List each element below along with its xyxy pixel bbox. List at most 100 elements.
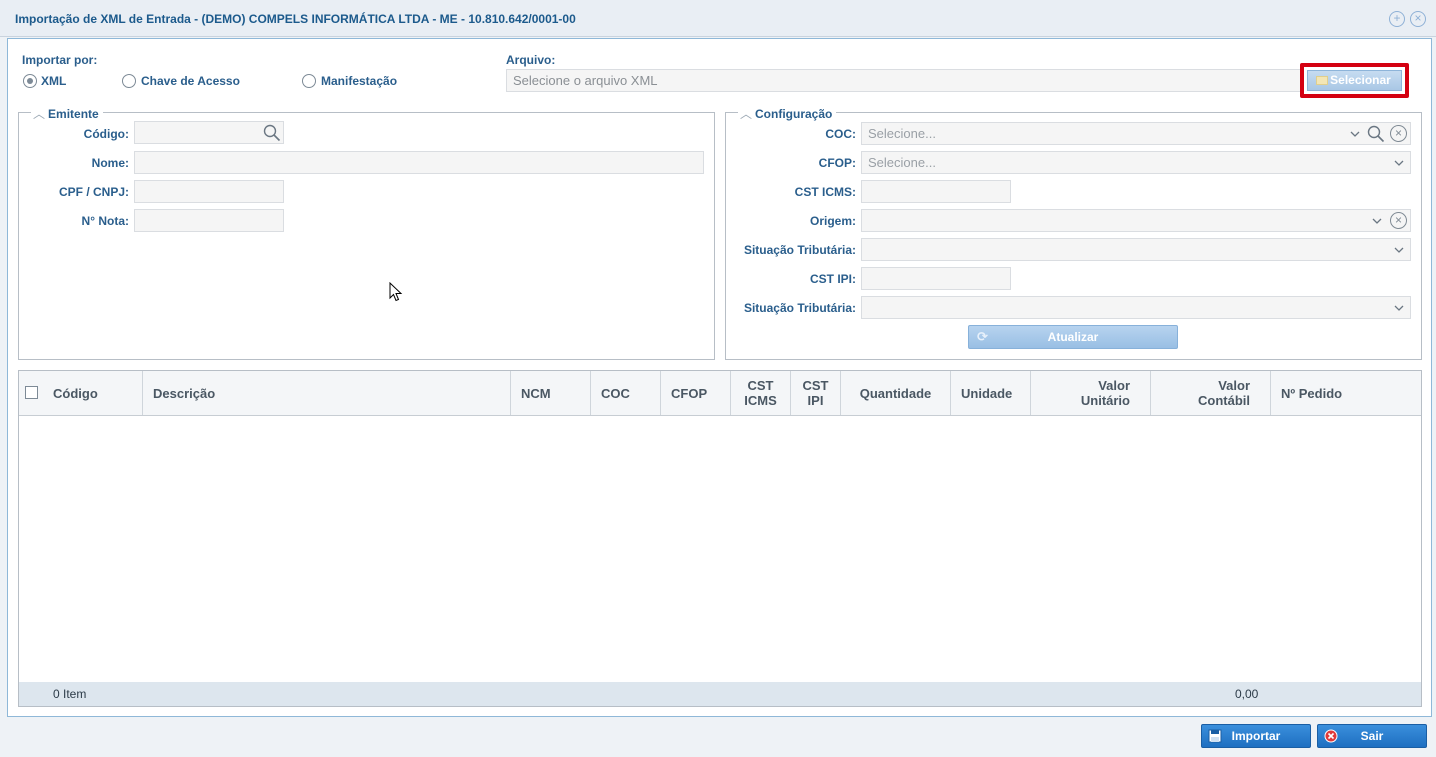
- collapse-icon: ︿: [33, 107, 46, 121]
- select-file-button-label: Selecionar: [1330, 73, 1391, 87]
- origem-label: Origem:: [809, 214, 856, 228]
- select-button-highlight: Selecionar: [1300, 63, 1409, 98]
- col-numero-pedido-label: Nº Pedido: [1281, 385, 1343, 401]
- chevron-down-icon[interactable]: [1393, 302, 1405, 314]
- col-cst-icms[interactable]: CST ICMS: [731, 371, 791, 415]
- nota-label: N° Nota:: [81, 214, 129, 228]
- col-cst-ipi-label-1: CST: [802, 378, 829, 393]
- col-valor-unitario-label-2: Unitário: [1080, 393, 1130, 408]
- cpf-cnpj-label: CPF / CNPJ:: [58, 185, 129, 199]
- maximize-icon[interactable]: +: [1389, 11, 1405, 27]
- folder-icon: [1316, 76, 1328, 85]
- refresh-icon: ⟳: [977, 329, 988, 344]
- radio-manifestacao[interactable]: [302, 74, 316, 88]
- col-codigo[interactable]: Código: [19, 371, 143, 415]
- col-valor-contabil-label-2: Contábil: [1198, 393, 1250, 408]
- exit-button-label: Sair: [1360, 729, 1384, 743]
- cst-ipi-input[interactable]: [861, 267, 1011, 290]
- grid-header: Código Descrição NCM COC CFOP CST ICMS C…: [19, 371, 1421, 416]
- item-count: 0 Item: [53, 687, 87, 701]
- situacao-tributaria-ipi-label: Situação Tributária:: [743, 301, 856, 315]
- configuracao-legend[interactable]: ︿ Configuração: [738, 105, 837, 122]
- window-title: Importação de XML de Entrada - (DEMO) CO…: [15, 12, 576, 26]
- chevron-down-icon[interactable]: [1393, 157, 1405, 169]
- col-cst-icms-label-1: CST: [747, 378, 774, 393]
- exit-button[interactable]: Sair: [1317, 724, 1427, 748]
- file-label: Arquivo:: [506, 53, 556, 67]
- col-descricao[interactable]: Descrição: [143, 371, 511, 415]
- codigo-input[interactable]: [134, 121, 284, 144]
- col-cst-ipi[interactable]: CST IPI: [791, 371, 841, 415]
- coc-label: COC:: [825, 127, 856, 141]
- search-icon[interactable]: [263, 124, 281, 142]
- codigo-label: Código:: [83, 127, 129, 141]
- col-cfop[interactable]: CFOP: [661, 371, 731, 415]
- import-button-label: Importar: [1231, 729, 1281, 743]
- update-button[interactable]: ⟳ Atualizar: [968, 325, 1178, 349]
- update-button-label: Atualizar: [1047, 330, 1099, 344]
- window-titlebar: Importação de XML de Entrada - (DEMO) CO…: [0, 0, 1436, 37]
- collapse-icon: ︿: [740, 107, 753, 121]
- configuracao-legend-text: Configuração: [755, 107, 833, 121]
- clear-icon[interactable]: ×: [1390, 125, 1407, 142]
- file-input[interactable]: Selecione o arquivo XML: [506, 69, 1302, 92]
- cst-icms-label: CST ICMS:: [794, 185, 856, 199]
- radio-manifestacao-label: Manifestação: [321, 74, 398, 88]
- save-icon: [1208, 729, 1222, 743]
- radio-xml-label: XML: [41, 74, 67, 88]
- col-numero-pedido[interactable]: Nº Pedido: [1271, 371, 1421, 415]
- coc-select[interactable]: Selecione...: [861, 122, 1411, 145]
- radio-chave-acesso-label: Chave de Acesso: [141, 74, 240, 88]
- radio-xml[interactable]: [23, 74, 37, 88]
- grid-footer: 0 Item 0,00: [19, 682, 1421, 706]
- select-file-button[interactable]: Selecionar: [1307, 70, 1402, 91]
- configuracao-fieldset: ︿ Configuração: [725, 105, 1422, 360]
- clear-icon[interactable]: ×: [1390, 212, 1407, 229]
- cst-ipi-label: CST IPI:: [809, 272, 856, 286]
- col-valor-contabil-label-1: Valor: [1218, 378, 1250, 393]
- col-valor-unitario[interactable]: Valor Unitário: [1031, 371, 1151, 415]
- col-cst-ipi-label-2: IPI: [807, 393, 824, 408]
- col-cst-icms-label-2: ICMS: [744, 393, 777, 408]
- cancel-icon: [1324, 729, 1338, 743]
- col-unidade[interactable]: Unidade: [951, 371, 1031, 415]
- select-all-checkbox[interactable]: [25, 386, 38, 399]
- col-ncm[interactable]: NCM: [511, 371, 591, 415]
- situacao-tributaria-icms-select[interactable]: [861, 238, 1411, 261]
- total-value: 0,00: [1235, 687, 1259, 701]
- col-unidade-label: Unidade: [961, 385, 1013, 401]
- col-coc[interactable]: COC: [591, 371, 661, 415]
- items-grid: Código Descrição NCM COC CFOP CST ICMS C…: [18, 370, 1422, 707]
- col-ncm-label: NCM: [521, 385, 551, 401]
- nome-input[interactable]: [134, 151, 704, 174]
- cpf-cnpj-input[interactable]: [134, 180, 284, 203]
- emitente-legend[interactable]: ︿ Emitente: [31, 105, 103, 122]
- origem-select[interactable]: [861, 209, 1411, 232]
- col-valor-contabil[interactable]: Valor Contábil: [1151, 371, 1271, 415]
- cfop-select[interactable]: Selecione...: [861, 151, 1411, 174]
- cst-icms-input[interactable]: [861, 180, 1011, 203]
- col-cfop-label: CFOP: [671, 385, 708, 401]
- situacao-tributaria-ipi-select[interactable]: [861, 296, 1411, 319]
- nome-label: Nome:: [91, 156, 129, 170]
- radio-chave-acesso[interactable]: [122, 74, 136, 88]
- import-by-label: Importar por:: [22, 53, 98, 67]
- emitente-fieldset: ︿ Emitente: [18, 105, 715, 360]
- col-quantidade-label: Quantidade: [859, 385, 932, 401]
- close-icon[interactable]: ×: [1410, 11, 1426, 27]
- nota-input[interactable]: [134, 209, 284, 232]
- chevron-down-icon[interactable]: [1371, 215, 1383, 227]
- chevron-down-icon[interactable]: [1349, 128, 1361, 140]
- mouse-cursor-icon: [389, 282, 403, 302]
- situacao-tributaria-icms-label: Situação Tributária:: [743, 243, 856, 257]
- col-valor-unitario-label-1: Valor: [1098, 378, 1130, 393]
- col-coc-label: COC: [601, 385, 630, 401]
- cfop-label: CFOP:: [818, 156, 856, 170]
- import-button[interactable]: Importar: [1201, 724, 1311, 748]
- emitente-legend-text: Emitente: [48, 107, 99, 121]
- col-descricao-label: Descrição: [153, 385, 216, 401]
- col-quantidade[interactable]: Quantidade: [841, 371, 951, 415]
- chevron-down-icon[interactable]: [1393, 244, 1405, 256]
- search-icon[interactable]: [1367, 125, 1385, 143]
- col-codigo-label: Código: [53, 385, 98, 401]
